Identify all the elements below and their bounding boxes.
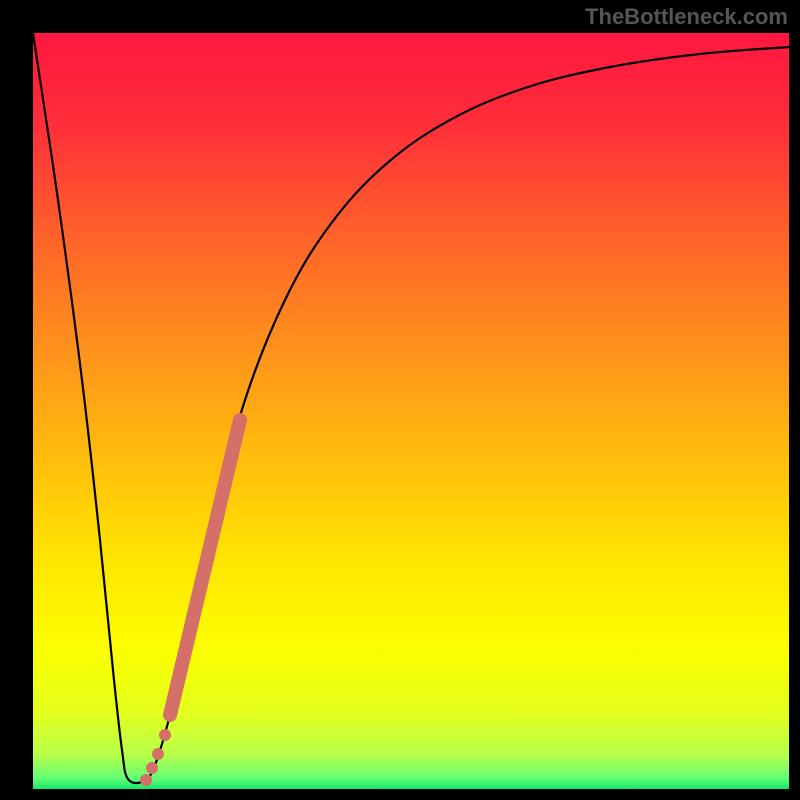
watermark-text: TheBottleneck.com [585,4,788,30]
bottleneck-chart [0,0,800,800]
highlight-dot [146,762,158,774]
highlight-dot [140,774,152,786]
plot-background-gradient [33,33,789,789]
highlight-dot [159,729,171,741]
highlight-dot [152,748,164,760]
chart-frame: { "watermark": "TheBottleneck.com", "cha… [0,0,800,800]
